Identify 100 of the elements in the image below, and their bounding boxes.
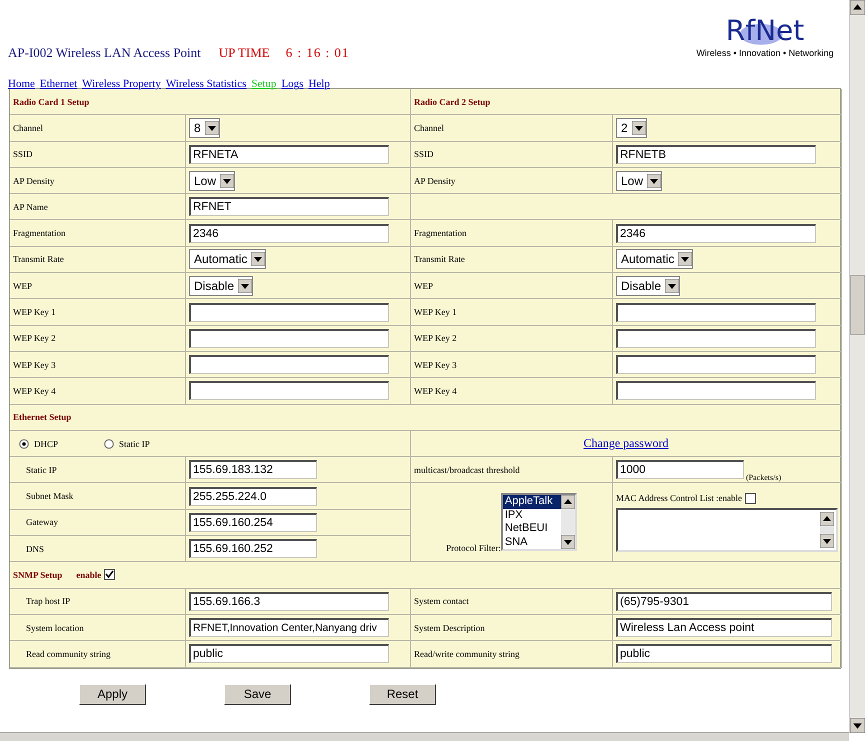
- field-label: AP Name: [13, 202, 48, 212]
- input-field[interactable]: Wireless Lan Access point: [616, 618, 832, 638]
- radio-button[interactable]: [19, 438, 29, 448]
- input-field[interactable]: 155.69.166.3: [189, 592, 389, 611]
- input-field[interactable]: [616, 355, 816, 374]
- dropdown[interactable]: Disable: [189, 276, 254, 296]
- down-arrow-icon[interactable]: [820, 534, 834, 548]
- dropdown[interactable]: Low: [616, 170, 662, 191]
- field-label: Channel: [414, 122, 444, 133]
- field-label: MAC Address Control List :enable: [616, 493, 742, 504]
- scrollbar-thumb[interactable]: [850, 275, 865, 335]
- input-field[interactable]: 2346: [616, 224, 816, 243]
- down-arrow-icon[interactable]: [632, 120, 646, 135]
- input-field[interactable]: public: [189, 644, 389, 664]
- down-arrow-icon[interactable]: [665, 278, 680, 293]
- input-field[interactable]: 255.255.224.0: [189, 486, 317, 506]
- field-label: Gateway: [26, 517, 58, 528]
- checkbox[interactable]: [745, 492, 756, 504]
- input-field[interactable]: 1000: [616, 460, 744, 480]
- list-option[interactable]: IPX: [502, 508, 561, 522]
- input-field[interactable]: [189, 328, 389, 348]
- nav-link[interactable]: Home: [8, 78, 35, 90]
- nav-link[interactable]: Help: [308, 78, 330, 90]
- field-label: WEP Key 4: [13, 386, 56, 396]
- field-label: SSID: [13, 149, 33, 160]
- field-label: WEP Key 1: [414, 307, 457, 318]
- field-label: WEP: [414, 280, 433, 291]
- radio-button[interactable]: [104, 438, 114, 448]
- form-button[interactable]: Apply: [79, 684, 146, 705]
- field-label: Transmit Rate: [414, 254, 465, 264]
- field-label: Trap host IP: [26, 596, 70, 606]
- field-label: Channel: [13, 122, 43, 133]
- list-option[interactable]: AppleTalk: [502, 495, 561, 509]
- nav-link[interactable]: Wireless Statistics: [166, 78, 246, 90]
- dropdown[interactable]: Disable: [616, 276, 680, 296]
- section-header: SNMP Setup: [13, 570, 62, 580]
- input-field[interactable]: [189, 381, 389, 400]
- input-field[interactable]: RFNETA: [189, 144, 389, 164]
- input-field[interactable]: RFNET,Innovation Center,Nanyang driv: [189, 618, 389, 638]
- section-header: Radio Card 2 Setup: [411, 89, 842, 116]
- field-label: multicast/broadcast threshold: [414, 464, 520, 475]
- input-field[interactable]: 2346: [189, 224, 389, 243]
- down-arrow-icon[interactable]: [220, 174, 234, 188]
- field-label: WEP Key 3: [13, 360, 56, 370]
- field-label: DNS: [26, 544, 44, 554]
- dropdown[interactable]: 8: [189, 118, 220, 138]
- up-arrow-icon[interactable]: [820, 512, 834, 526]
- field-label: System location: [26, 622, 84, 633]
- list-option[interactable]: NetBEUI: [502, 522, 561, 536]
- down-arrow-icon[interactable]: [204, 120, 219, 135]
- input-field[interactable]: [616, 328, 816, 348]
- unit-label: (Packets/s): [746, 473, 782, 482]
- input-field[interactable]: RFNETB: [616, 144, 816, 164]
- dropdown[interactable]: 2: [616, 118, 647, 138]
- logo-tagline: Wireless • Innovation • Networking: [696, 48, 834, 58]
- field-label: Static IP: [26, 464, 57, 475]
- nav-link[interactable]: Ethernet: [40, 78, 78, 90]
- input-field[interactable]: 155.69.160.254: [189, 512, 317, 532]
- down-arrow-icon[interactable]: [251, 252, 266, 266]
- input-field[interactable]: 155.69.160.252: [189, 539, 317, 558]
- down-arrow-icon[interactable]: [238, 278, 252, 293]
- down-arrow-icon[interactable]: [647, 174, 662, 188]
- input-field[interactable]: (65)795-9301: [616, 592, 832, 611]
- uptime-label: UP TIME: [218, 45, 270, 61]
- vertical-scrollbar[interactable]: [849, 0, 865, 733]
- input-field[interactable]: [616, 302, 816, 322]
- field-label: WEP Key 2: [13, 333, 56, 344]
- list-option[interactable]: SNA: [502, 536, 561, 550]
- input-field[interactable]: public: [616, 644, 832, 664]
- down-arrow-icon[interactable]: [560, 535, 575, 550]
- field-label: Subnet Mask: [26, 491, 74, 502]
- nav-link[interactable]: Wireless Property: [82, 78, 161, 90]
- dropdown[interactable]: Automatic: [189, 249, 266, 270]
- field-label: enable: [76, 570, 102, 580]
- radio-label: DHCP: [34, 438, 58, 448]
- protocol-listbox[interactable]: AppleTalk IPX NetBEUI SNA: [500, 493, 577, 552]
- input-field[interactable]: [189, 355, 389, 374]
- down-arrow-icon[interactable]: [678, 252, 692, 266]
- input-field[interactable]: 155.69.183.132: [189, 460, 317, 480]
- form-button[interactable]: Save: [224, 684, 291, 705]
- change-password-link[interactable]: Change password: [584, 436, 668, 451]
- up-arrow-icon[interactable]: [850, 0, 865, 15]
- field-label: WEP: [13, 280, 32, 291]
- down-arrow-icon[interactable]: [850, 718, 865, 733]
- horizontal-scrollbar[interactable]: [0, 732, 849, 741]
- checkbox[interactable]: [104, 569, 116, 580]
- field-label: WEP Key 3: [414, 360, 457, 370]
- field-label: Fragmentation: [13, 228, 66, 238]
- input-field[interactable]: [616, 381, 816, 400]
- input-field[interactable]: RFNET: [189, 197, 389, 216]
- up-arrow-icon[interactable]: [560, 495, 575, 510]
- form-button[interactable]: Reset: [369, 684, 436, 705]
- input-field[interactable]: [189, 302, 389, 322]
- field-label: Read community string: [26, 648, 110, 659]
- section-header: Radio Card 1 Setup: [10, 89, 411, 116]
- dropdown[interactable]: Low: [189, 170, 236, 191]
- field-label: WEP Key 4: [414, 386, 457, 396]
- nav-link[interactable]: Logs: [281, 78, 304, 90]
- text-area[interactable]: [616, 508, 838, 552]
- dropdown[interactable]: Automatic: [616, 249, 694, 270]
